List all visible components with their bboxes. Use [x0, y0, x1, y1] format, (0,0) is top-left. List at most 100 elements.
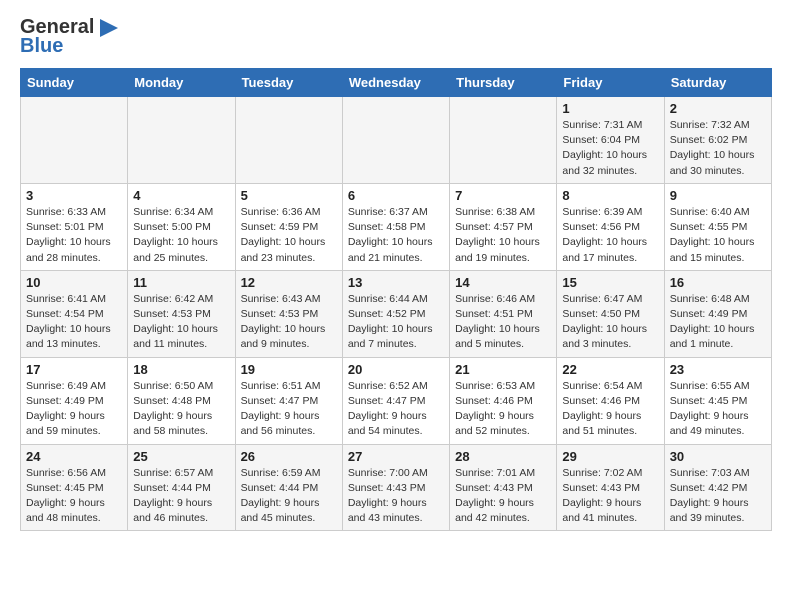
page: General Blue SundayMondayTuesdayWednesda… — [0, 0, 792, 547]
day-info: Sunrise: 7:32 AM Sunset: 6:02 PM Dayligh… — [670, 118, 766, 179]
day-number: 8 — [562, 188, 658, 203]
day-number: 1 — [562, 101, 658, 116]
calendar-cell: 30 Sunrise: 7:03 AM Sunset: 4:42 PM Dayli… — [664, 444, 771, 531]
day-number: 17 — [26, 362, 122, 377]
calendar-day-header: Saturday — [664, 69, 771, 97]
day-number: 27 — [348, 449, 444, 464]
day-info: Sunrise: 6:36 AM Sunset: 4:59 PM Dayligh… — [241, 205, 337, 266]
calendar-cell: 25 Sunrise: 6:57 AM Sunset: 4:44 PM Dayli… — [128, 444, 235, 531]
day-number: 5 — [241, 188, 337, 203]
day-info: Sunrise: 6:40 AM Sunset: 4:55 PM Dayligh… — [670, 205, 766, 266]
header-area: General Blue — [20, 16, 772, 58]
day-number: 19 — [241, 362, 337, 377]
calendar-cell: 17 Sunrise: 6:49 AM Sunset: 4:49 PM Dayli… — [21, 357, 128, 444]
calendar-cell: 14 Sunrise: 6:46 AM Sunset: 4:51 PM Dayli… — [450, 270, 557, 357]
day-info: Sunrise: 6:57 AM Sunset: 4:44 PM Dayligh… — [133, 466, 229, 527]
day-info: Sunrise: 7:02 AM Sunset: 4:43 PM Dayligh… — [562, 466, 658, 527]
day-info: Sunrise: 6:59 AM Sunset: 4:44 PM Dayligh… — [241, 466, 337, 527]
calendar-cell: 3 Sunrise: 6:33 AM Sunset: 5:01 PM Daylig… — [21, 183, 128, 270]
calendar-header-row: SundayMondayTuesdayWednesdayThursdayFrid… — [21, 69, 772, 97]
calendar-cell: 18 Sunrise: 6:50 AM Sunset: 4:48 PM Dayli… — [128, 357, 235, 444]
calendar-cell: 6Sunrise: 6:37 AM Sunset: 4:58 PM Daylig… — [342, 183, 449, 270]
day-info: Sunrise: 6:55 AM Sunset: 4:45 PM Dayligh… — [670, 379, 766, 440]
calendar-cell — [21, 97, 128, 184]
calendar-cell: 8 Sunrise: 6:39 AM Sunset: 4:56 PM Daylig… — [557, 183, 664, 270]
calendar-cell: 1Sunrise: 7:31 AM Sunset: 6:04 PM Daylig… — [557, 97, 664, 184]
day-number: 7 — [455, 188, 551, 203]
calendar-day-header: Wednesday — [342, 69, 449, 97]
calendar-day-header: Friday — [557, 69, 664, 97]
day-number: 18 — [133, 362, 229, 377]
calendar-cell — [235, 97, 342, 184]
calendar-day-header: Monday — [128, 69, 235, 97]
day-info: Sunrise: 6:41 AM Sunset: 4:54 PM Dayligh… — [26, 292, 122, 353]
calendar-cell — [450, 97, 557, 184]
day-info: Sunrise: 6:39 AM Sunset: 4:56 PM Dayligh… — [562, 205, 658, 266]
calendar-cell — [342, 97, 449, 184]
calendar-cell: 23 Sunrise: 6:55 AM Sunset: 4:45 PM Dayli… — [664, 357, 771, 444]
logo-blue-text: Blue — [20, 35, 63, 58]
day-info: Sunrise: 7:00 AM Sunset: 4:43 PM Dayligh… — [348, 466, 444, 527]
day-number: 21 — [455, 362, 551, 377]
calendar-cell: 21 Sunrise: 6:53 AM Sunset: 4:46 PM Dayli… — [450, 357, 557, 444]
day-number: 3 — [26, 188, 122, 203]
calendar-cell: 26 Sunrise: 6:59 AM Sunset: 4:44 PM Dayli… — [235, 444, 342, 531]
day-number: 23 — [670, 362, 766, 377]
day-number: 4 — [133, 188, 229, 203]
day-number: 12 — [241, 275, 337, 290]
calendar-cell: 28 Sunrise: 7:01 AM Sunset: 4:43 PM Dayli… — [450, 444, 557, 531]
calendar-cell: 19 Sunrise: 6:51 AM Sunset: 4:47 PM Dayli… — [235, 357, 342, 444]
day-number: 25 — [133, 449, 229, 464]
day-number: 15 — [562, 275, 658, 290]
day-number: 30 — [670, 449, 766, 464]
calendar-cell: 9Sunrise: 6:40 AM Sunset: 4:55 PM Daylig… — [664, 183, 771, 270]
day-info: Sunrise: 6:49 AM Sunset: 4:49 PM Dayligh… — [26, 379, 122, 440]
calendar-day-header: Thursday — [450, 69, 557, 97]
calendar-cell: 12 Sunrise: 6:43 AM Sunset: 4:53 PM Dayli… — [235, 270, 342, 357]
day-number: 20 — [348, 362, 444, 377]
calendar-cell: 2 Sunrise: 7:32 AM Sunset: 6:02 PM Daylig… — [664, 97, 771, 184]
calendar-cell: 4 Sunrise: 6:34 AM Sunset: 5:00 PM Daylig… — [128, 183, 235, 270]
day-info: Sunrise: 6:54 AM Sunset: 4:46 PM Dayligh… — [562, 379, 658, 440]
day-info: Sunrise: 6:33 AM Sunset: 5:01 PM Dayligh… — [26, 205, 122, 266]
calendar-week-row: 24Sunrise: 6:56 AM Sunset: 4:45 PM Dayli… — [21, 444, 772, 531]
day-info: Sunrise: 6:37 AM Sunset: 4:58 PM Dayligh… — [348, 205, 444, 266]
day-number: 16 — [670, 275, 766, 290]
day-info: Sunrise: 7:03 AM Sunset: 4:42 PM Dayligh… — [670, 466, 766, 527]
day-info: Sunrise: 6:46 AM Sunset: 4:51 PM Dayligh… — [455, 292, 551, 353]
calendar-cell: 29 Sunrise: 7:02 AM Sunset: 4:43 PM Dayli… — [557, 444, 664, 531]
calendar-cell: 16Sunrise: 6:48 AM Sunset: 4:49 PM Dayli… — [664, 270, 771, 357]
calendar-week-row: 10 Sunrise: 6:41 AM Sunset: 4:54 PM Dayli… — [21, 270, 772, 357]
day-number: 10 — [26, 275, 122, 290]
calendar-week-row: 3 Sunrise: 6:33 AM Sunset: 5:01 PM Daylig… — [21, 183, 772, 270]
day-info: Sunrise: 6:38 AM Sunset: 4:57 PM Dayligh… — [455, 205, 551, 266]
day-number: 13 — [348, 275, 444, 290]
day-info: Sunrise: 7:01 AM Sunset: 4:43 PM Dayligh… — [455, 466, 551, 527]
day-number: 26 — [241, 449, 337, 464]
day-number: 2 — [670, 101, 766, 116]
calendar-cell: 7 Sunrise: 6:38 AM Sunset: 4:57 PM Daylig… — [450, 183, 557, 270]
calendar-cell: 20Sunrise: 6:52 AM Sunset: 4:47 PM Dayli… — [342, 357, 449, 444]
day-number: 22 — [562, 362, 658, 377]
day-number: 14 — [455, 275, 551, 290]
day-info: Sunrise: 6:51 AM Sunset: 4:47 PM Dayligh… — [241, 379, 337, 440]
calendar-cell: 24Sunrise: 6:56 AM Sunset: 4:45 PM Dayli… — [21, 444, 128, 531]
day-info: Sunrise: 6:50 AM Sunset: 4:48 PM Dayligh… — [133, 379, 229, 440]
calendar: SundayMondayTuesdayWednesdayThursdayFrid… — [20, 68, 772, 531]
day-number: 24 — [26, 449, 122, 464]
day-info: Sunrise: 6:44 AM Sunset: 4:52 PM Dayligh… — [348, 292, 444, 353]
day-number: 28 — [455, 449, 551, 464]
day-info: Sunrise: 6:43 AM Sunset: 4:53 PM Dayligh… — [241, 292, 337, 353]
calendar-cell: 10 Sunrise: 6:41 AM Sunset: 4:54 PM Dayli… — [21, 270, 128, 357]
day-number: 29 — [562, 449, 658, 464]
calendar-cell: 11 Sunrise: 6:42 AM Sunset: 4:53 PM Dayli… — [128, 270, 235, 357]
day-number: 11 — [133, 275, 229, 290]
calendar-cell: 27 Sunrise: 7:00 AM Sunset: 4:43 PM Dayli… — [342, 444, 449, 531]
day-info: Sunrise: 6:42 AM Sunset: 4:53 PM Dayligh… — [133, 292, 229, 353]
day-info: Sunrise: 6:34 AM Sunset: 5:00 PM Dayligh… — [133, 205, 229, 266]
calendar-cell: 22 Sunrise: 6:54 AM Sunset: 4:46 PM Dayli… — [557, 357, 664, 444]
calendar-cell: 15Sunrise: 6:47 AM Sunset: 4:50 PM Dayli… — [557, 270, 664, 357]
calendar-day-header: Tuesday — [235, 69, 342, 97]
calendar-cell — [128, 97, 235, 184]
day-info: Sunrise: 6:53 AM Sunset: 4:46 PM Dayligh… — [455, 379, 551, 440]
